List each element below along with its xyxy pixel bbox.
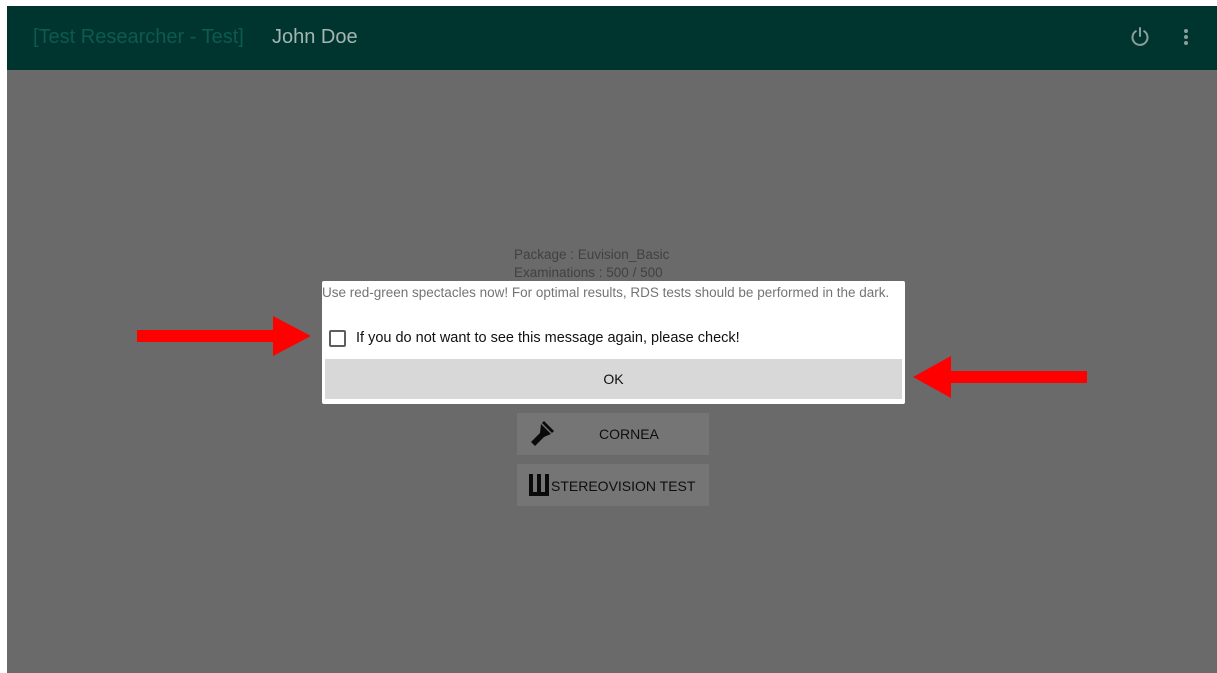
flashlight-icon	[531, 421, 554, 446]
patient-name: John Doe	[272, 26, 358, 48]
examinations-info: Examinations : 500 / 500	[514, 265, 663, 280]
stereovision-label: STEREOVISION TEST	[551, 478, 696, 494]
arrow-right-icon	[137, 316, 311, 356]
cornea-button[interactable]: CORNEA	[517, 413, 709, 455]
dont-show-again-checkbox[interactable]	[329, 329, 346, 347]
more-vert-icon[interactable]	[1176, 25, 1196, 49]
power-icon[interactable]	[1128, 25, 1152, 49]
stereovision-icon	[529, 474, 549, 496]
package-info: Package : Euvision_Basic	[514, 247, 670, 262]
researcher-label: [Test Researcher - Test]	[33, 26, 244, 48]
dont-show-again-row[interactable]: If you do not want to see this message a…	[329, 327, 740, 349]
dialog-message: Use red-green spectacles now! For optima…	[322, 285, 890, 300]
dont-show-again-label[interactable]: If you do not want to see this message a…	[356, 330, 740, 346]
ok-button[interactable]: OK	[325, 359, 902, 399]
cornea-label: CORNEA	[599, 426, 659, 442]
app-bar: [Test Researcher - Test] John Doe	[7, 6, 1217, 70]
rds-warning-dialog: Use red-green spectacles now! For optima…	[322, 281, 905, 404]
stereovision-test-button[interactable]: STEREOVISION TEST	[517, 464, 709, 506]
arrow-left-icon	[913, 356, 1087, 398]
